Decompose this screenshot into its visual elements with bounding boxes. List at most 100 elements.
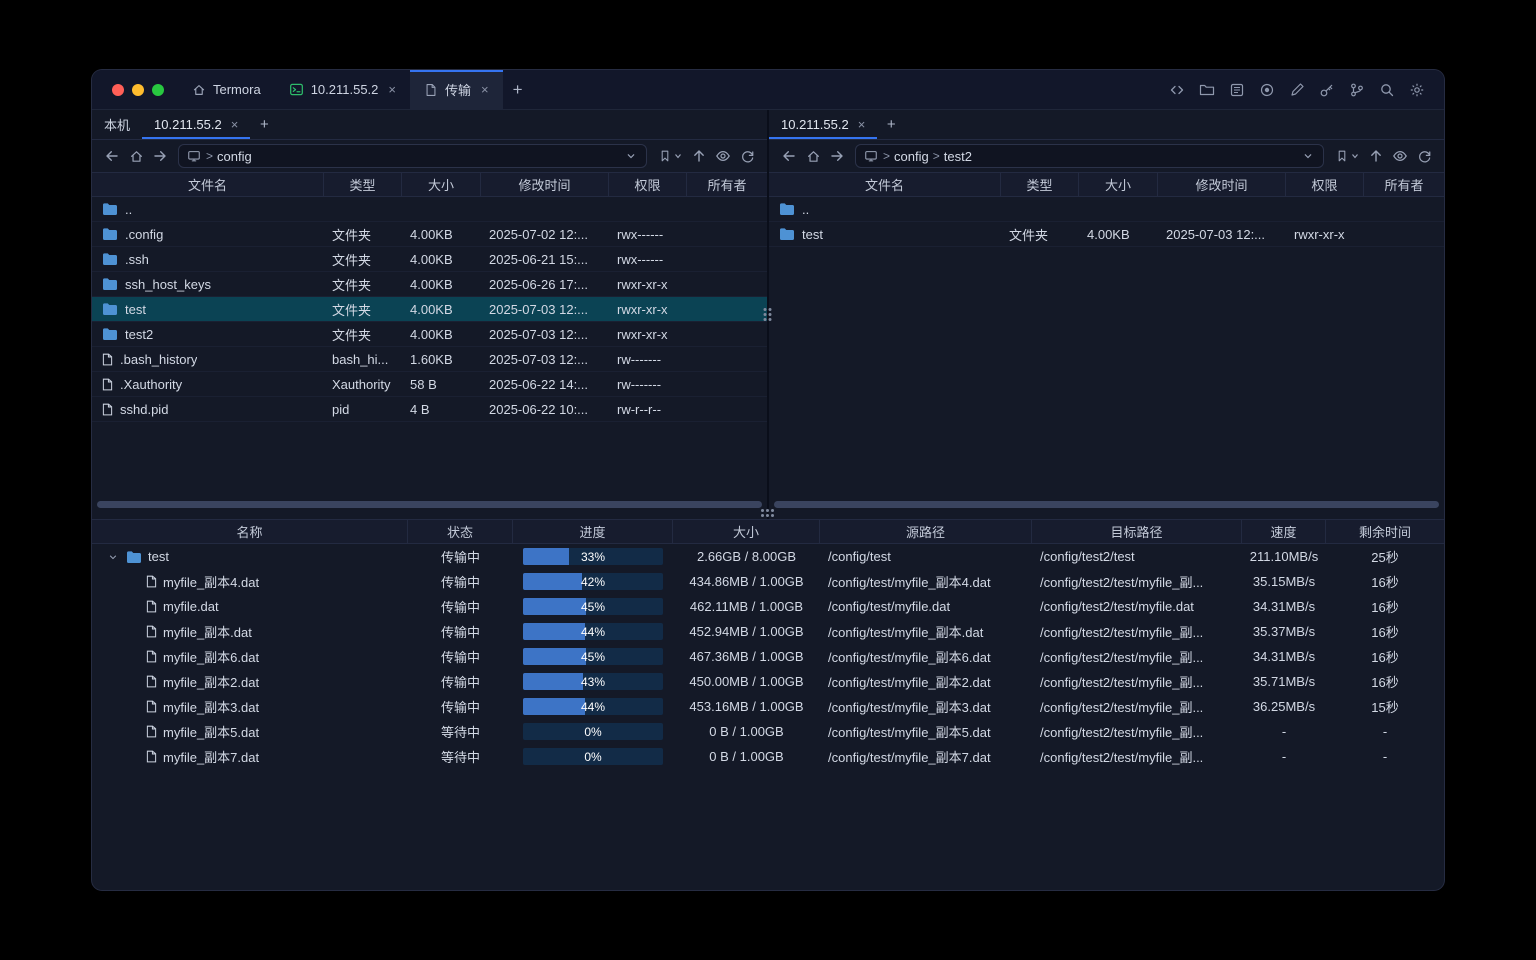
column-header-size[interactable]: 大小 — [402, 173, 481, 196]
refresh-button[interactable] — [735, 144, 759, 168]
file-row[interactable]: .Xauthority Xauthority 58 B 2025-06-22 1… — [92, 372, 767, 397]
bookmark-button[interactable] — [1330, 144, 1364, 168]
column-header-permissions[interactable]: 权限 — [609, 173, 687, 196]
bookmark-button[interactable] — [653, 144, 687, 168]
file-name: ssh_host_keys — [125, 277, 211, 292]
splitter-handle-icon[interactable] — [764, 308, 773, 322]
breadcrumb-segment[interactable]: test2 — [944, 149, 972, 164]
chevron-down-icon[interactable] — [1301, 149, 1315, 163]
transfer-row[interactable]: myfile_副本2.dat 传输中 43% 450.00MB / 1.00GB… — [92, 669, 1444, 694]
close-tab-button[interactable]: × — [388, 83, 396, 96]
file-row[interactable]: .config 文件夹 4.00KB 2025-07-02 12:... rwx… — [92, 222, 767, 247]
home-button[interactable] — [801, 144, 825, 168]
back-button[interactable] — [777, 144, 801, 168]
close-window-button[interactable] — [112, 84, 124, 96]
file-row[interactable]: test2 文件夹 4.00KB 2025-07-03 12:... rwxr-… — [92, 322, 767, 347]
breadcrumb-segments: >config — [206, 149, 252, 164]
transfer-row[interactable]: myfile.dat 传输中 45% 462.11MB / 1.00GB /co… — [92, 594, 1444, 619]
horizontal-scrollbar[interactable] — [774, 501, 1439, 508]
parent-directory-button[interactable] — [687, 144, 711, 168]
transfer-row[interactable]: myfile_副本6.dat 传输中 45% 467.36MB / 1.00GB… — [92, 644, 1444, 669]
home-button[interactable] — [124, 144, 148, 168]
folder-icon — [102, 302, 118, 316]
column-header-size[interactable]: 大小 — [673, 520, 820, 543]
file-row[interactable]: ssh_host_keys 文件夹 4.00KB 2025-06-26 17:.… — [92, 272, 767, 297]
column-header-status[interactable]: 状态 — [408, 520, 513, 543]
breadcrumb-segment[interactable]: config — [894, 149, 929, 164]
chevron-down-icon[interactable] — [106, 552, 120, 562]
column-header-eta[interactable]: 剩余时间 — [1326, 520, 1444, 543]
transfer-row[interactable]: myfile_副本5.dat 等待中 0% 0 B / 1.00GB /conf… — [92, 719, 1444, 744]
column-header-name[interactable]: 名称 — [92, 520, 408, 543]
settings-icon[interactable] — [1404, 77, 1430, 103]
panel-tab[interactable]: 10.211.55.2 × — [769, 110, 877, 139]
column-header-type[interactable]: 类型 — [324, 173, 402, 196]
file-row[interactable]: .. — [92, 197, 767, 222]
chevron-down-icon[interactable] — [624, 149, 638, 163]
column-header-size[interactable]: 大小 — [1079, 173, 1158, 196]
column-header-filename[interactable]: 文件名 — [92, 173, 324, 196]
column-header-speed[interactable]: 速度 — [1242, 520, 1326, 543]
transfer-target-path: /config/test2/test/myfile_副... — [1032, 672, 1242, 691]
transfer-row[interactable]: test 传输中 33% 2.66GB / 8.00GB /config/tes… — [92, 544, 1444, 569]
file-row[interactable]: .. — [769, 197, 1444, 222]
column-header-target[interactable]: 目标路径 — [1032, 520, 1242, 543]
column-header-type[interactable]: 类型 — [1001, 173, 1079, 196]
folder-icon[interactable] — [1194, 77, 1220, 103]
file-row[interactable]: test 文件夹 4.00KB 2025-07-03 12:... rwxr-x… — [92, 297, 767, 322]
path-breadcrumb[interactable]: >config — [178, 144, 647, 168]
close-tab-button[interactable]: × — [231, 118, 239, 131]
minimize-window-button[interactable] — [132, 84, 144, 96]
code-icon[interactable] — [1164, 77, 1190, 103]
app-tab[interactable]: 10.211.55.2 × — [275, 70, 410, 110]
column-header-mtime[interactable]: 修改时间 — [481, 173, 609, 196]
key-icon[interactable] — [1314, 77, 1340, 103]
new-tab-button[interactable]: + — [503, 70, 533, 110]
show-hidden-files-button[interactable] — [1388, 144, 1412, 168]
file-row[interactable]: .bash_history bash_hi... 1.60KB 2025-07-… — [92, 347, 767, 372]
column-header-permissions[interactable]: 权限 — [1286, 173, 1364, 196]
app-tab[interactable]: Termora — [178, 70, 275, 110]
log-icon[interactable] — [1224, 77, 1250, 103]
zoom-window-button[interactable] — [152, 84, 164, 96]
transfer-status: 传输中 — [408, 597, 513, 616]
panel-tab[interactable]: 本机 — [92, 110, 142, 139]
column-header-filename[interactable]: 文件名 — [769, 173, 1001, 196]
column-header-progress[interactable]: 进度 — [513, 520, 673, 543]
file-row[interactable]: .ssh 文件夹 4.00KB 2025-06-21 15:... rwx---… — [92, 247, 767, 272]
refresh-button[interactable] — [1412, 144, 1436, 168]
transfer-splitter-handle[interactable] — [761, 509, 775, 518]
forward-button[interactable] — [148, 144, 172, 168]
back-button[interactable] — [100, 144, 124, 168]
parent-directory-button[interactable] — [1364, 144, 1388, 168]
new-panel-tab-button[interactable]: + — [877, 110, 905, 139]
close-tab-button[interactable]: × — [481, 83, 489, 96]
column-header-owner[interactable]: 所有者 — [687, 173, 767, 196]
column-header-owner[interactable]: 所有者 — [1364, 173, 1444, 196]
close-tab-button[interactable]: × — [858, 118, 866, 131]
progress-percent: 44% — [523, 623, 663, 640]
breadcrumb-segment[interactable]: config — [217, 149, 252, 164]
branch-icon[interactable] — [1344, 77, 1370, 103]
file-row[interactable]: sshd.pid pid 4 B 2025-06-22 10:... rw-r-… — [92, 397, 767, 422]
panel-tab[interactable]: 10.211.55.2 × — [142, 110, 250, 139]
file-icon — [102, 403, 113, 416]
path-breadcrumb[interactable]: >config>test2 — [855, 144, 1324, 168]
transfer-name: myfile_副本3.dat — [163, 697, 259, 716]
file-mtime: 2025-06-26 17:... — [481, 272, 609, 296]
transfer-row[interactable]: myfile_副本4.dat 传输中 42% 434.86MB / 1.00GB… — [92, 569, 1444, 594]
show-hidden-files-button[interactable] — [711, 144, 735, 168]
column-header-source[interactable]: 源路径 — [820, 520, 1032, 543]
transfer-row[interactable]: myfile_副本7.dat 等待中 0% 0 B / 1.00GB /conf… — [92, 744, 1444, 769]
transfer-row[interactable]: myfile_副本.dat 传输中 44% 452.94MB / 1.00GB … — [92, 619, 1444, 644]
column-header-mtime[interactable]: 修改时间 — [1158, 173, 1286, 196]
app-tab[interactable]: 传输 × — [410, 70, 503, 110]
record-icon[interactable] — [1254, 77, 1280, 103]
file-row[interactable]: test 文件夹 4.00KB 2025-07-03 12:... rwxr-x… — [769, 222, 1444, 247]
horizontal-scrollbar[interactable] — [97, 501, 762, 508]
transfer-row[interactable]: myfile_副本3.dat 传输中 44% 453.16MB / 1.00GB… — [92, 694, 1444, 719]
search-icon[interactable] — [1374, 77, 1400, 103]
new-panel-tab-button[interactable]: + — [250, 110, 278, 139]
forward-button[interactable] — [825, 144, 849, 168]
edit-icon[interactable] — [1284, 77, 1310, 103]
